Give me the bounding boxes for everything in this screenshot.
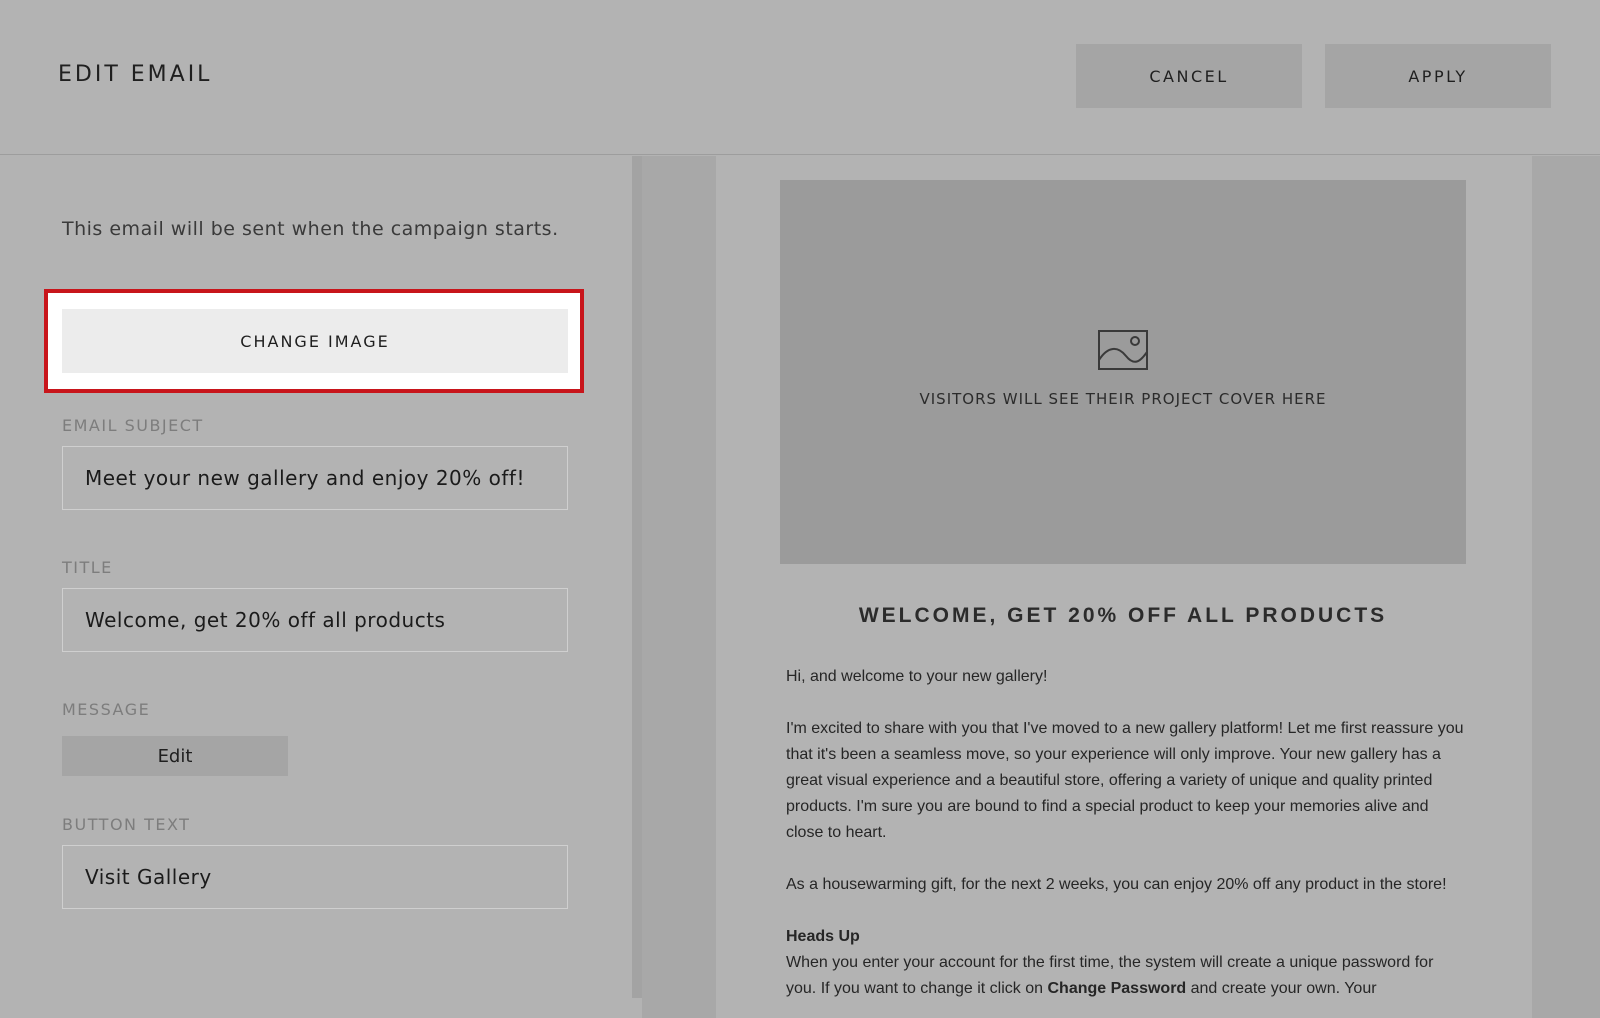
header-bar: EDIT EMAIL CANCEL APPLY: [0, 0, 1600, 155]
title-label: TITLE: [62, 558, 113, 577]
message-label: MESSAGE: [62, 700, 151, 719]
preview-title: WELCOME, GET 20% OFF ALL PRODUCTS: [858, 604, 1388, 627]
cancel-button[interactable]: CANCEL: [1076, 44, 1302, 108]
button-text-label: BUTTON TEXT: [62, 815, 191, 834]
page-title: EDIT EMAIL: [58, 62, 213, 87]
button-text-input[interactable]: [62, 845, 568, 909]
change-password-text: Change Password: [1047, 980, 1187, 997]
email-preview: VISITORS WILL SEE THEIR PROJECT COVER HE…: [716, 156, 1532, 1018]
preview-paragraph: I'm excited to share with you that I've …: [786, 720, 1464, 841]
email-subject-input[interactable]: [62, 446, 568, 510]
panel-scrollbar[interactable]: [632, 156, 642, 998]
preview-message: Hi, and welcome to your new gallery! I'm…: [786, 664, 1466, 1002]
title-input[interactable]: [62, 588, 568, 652]
change-image-button[interactable]: CHANGE IMAGE: [62, 309, 568, 373]
cover-caption: VISITORS WILL SEE THEIR PROJECT COVER HE…: [919, 390, 1327, 408]
preview-greeting: Hi, and welcome to your new gallery!: [786, 668, 1048, 685]
preview-heads-up: Heads Up: [786, 928, 860, 945]
preview-paragraph: As a housewarming gift, for the next 2 w…: [786, 876, 1447, 893]
message-edit-button[interactable]: Edit: [62, 736, 288, 776]
email-settings-panel: This email will be sent when the campaig…: [0, 156, 632, 1018]
email-subject-label: EMAIL SUBJECT: [62, 416, 204, 435]
preview-paragraph: When you enter your account for the firs…: [786, 954, 1434, 997]
cover-image-placeholder: VISITORS WILL SEE THEIR PROJECT COVER HE…: [780, 180, 1466, 564]
intro-text: This email will be sent when the campaig…: [62, 218, 559, 240]
apply-button[interactable]: APPLY: [1325, 44, 1551, 108]
image-placeholder-icon: [1098, 330, 1148, 370]
